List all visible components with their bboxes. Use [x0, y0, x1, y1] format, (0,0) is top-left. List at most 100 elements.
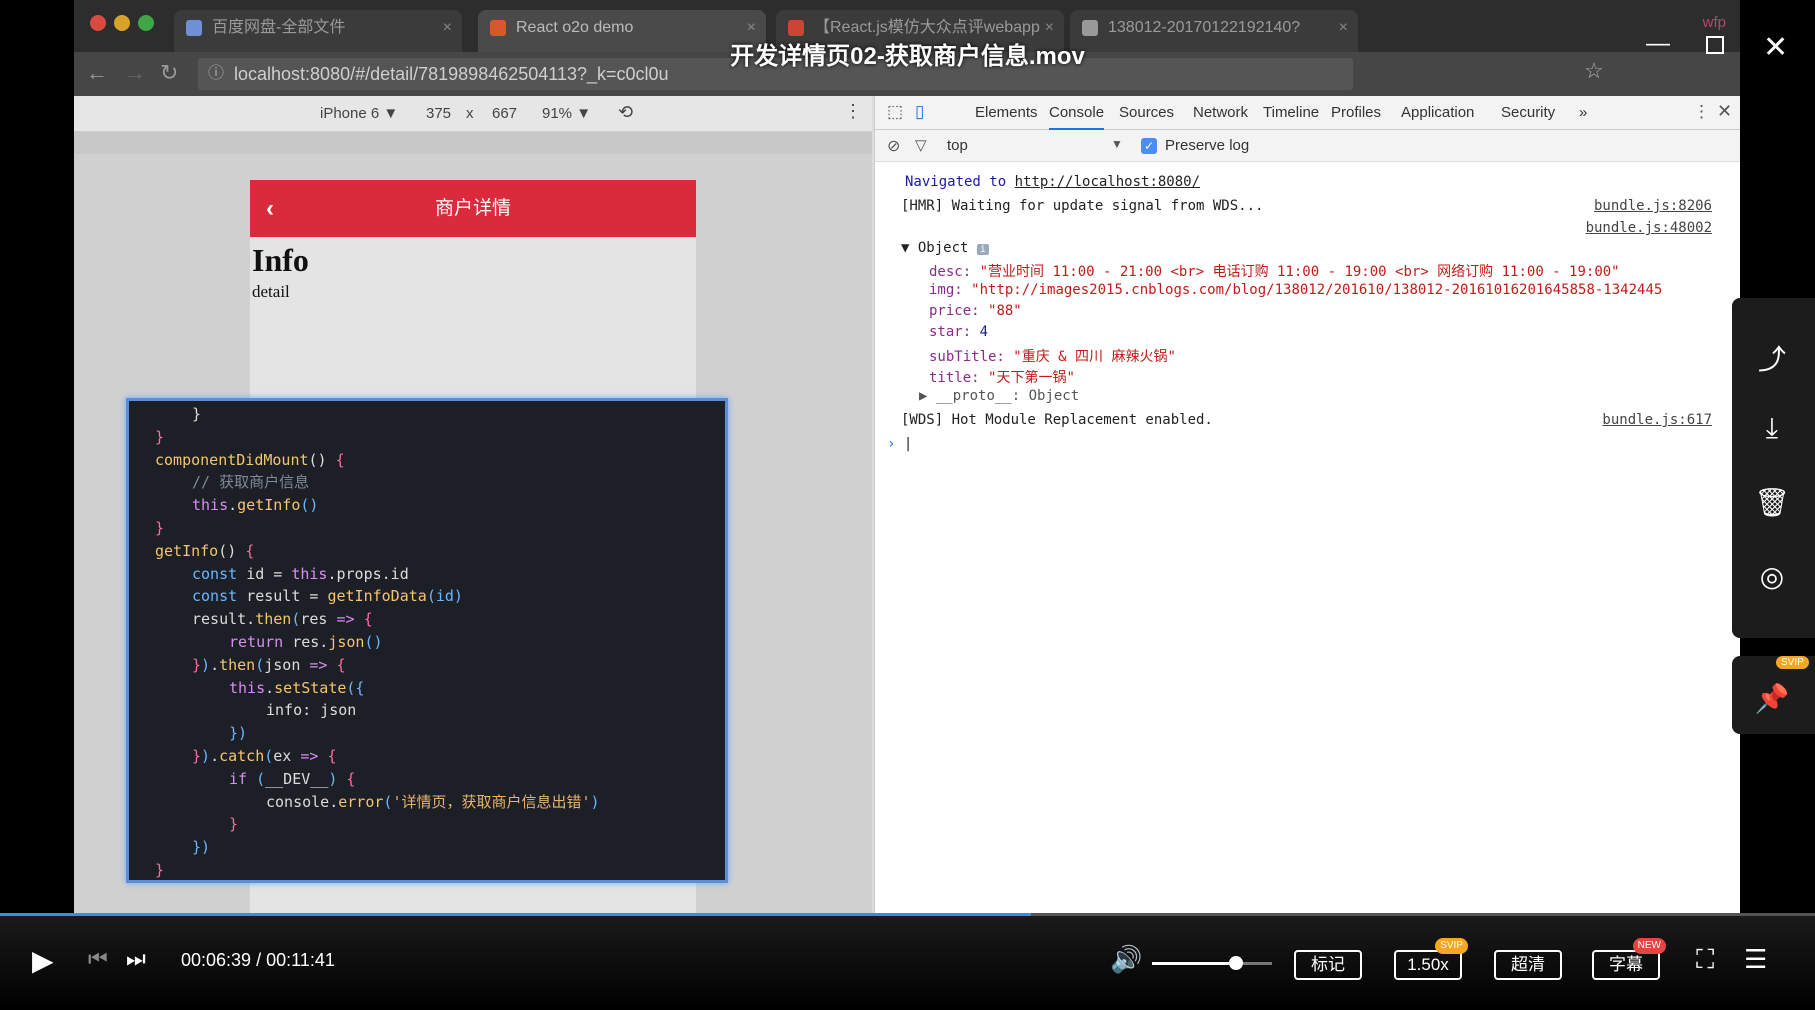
- code-token: .: [210, 655, 220, 674]
- devtools-tab[interactable]: Timeline: [1263, 96, 1319, 130]
- console-source-link[interactable]: bundle.js:48002: [1586, 220, 1712, 236]
- devtools-tab[interactable]: Elements: [975, 96, 1038, 130]
- code-line: }: [129, 859, 725, 880]
- code-token: =>: [300, 746, 328, 765]
- volume-slider[interactable]: [1152, 956, 1272, 970]
- dimension-separator: x: [466, 105, 474, 122]
- console-hmr-line: [HMR] Waiting for update signal from WDS…: [901, 198, 1264, 214]
- object-label: Object: [917, 240, 969, 256]
- device-width[interactable]: 375: [426, 105, 451, 122]
- code-token: }: [192, 405, 202, 423]
- close-window-dot[interactable]: [90, 15, 106, 31]
- quality-button[interactable]: 超清: [1494, 950, 1562, 980]
- code-token: {: [336, 655, 346, 674]
- console-source-link[interactable]: bundle.js:8206: [1594, 198, 1712, 214]
- code-line: this.getInfo(): [129, 494, 725, 517]
- code-token: ): [590, 792, 600, 811]
- speed-badge: SVIP: [1435, 938, 1468, 954]
- minimize-window-dot[interactable]: [114, 15, 130, 31]
- console-prompt[interactable]: › |: [887, 436, 912, 452]
- volume-knob[interactable]: [1229, 956, 1243, 970]
- code-token: componentDidMount: [155, 450, 309, 469]
- proto-label: __proto__: Object: [935, 388, 1080, 404]
- profile-name[interactable]: wfp: [1703, 14, 1726, 31]
- devtools-menu-icon[interactable]: ⋮: [1693, 102, 1710, 122]
- minimize-player-icon[interactable]: —: [1646, 30, 1670, 58]
- device-toolbar: iPhone 6 ▼ 375 x 667 91% ▼ ⟲ ⋮: [74, 96, 872, 132]
- devtools-tab[interactable]: Console: [1049, 96, 1105, 130]
- code-token: .: [265, 678, 275, 697]
- code-line: }: [129, 403, 725, 426]
- devtools-tab[interactable]: Security: [1501, 96, 1555, 130]
- devtools-tab[interactable]: Network: [1193, 96, 1248, 130]
- devtools-tab-bar: ⬚ ▯ Elements Console Sources Network Timelin…: [875, 96, 1740, 130]
- devtools-tab[interactable]: Profiles: [1331, 96, 1381, 130]
- fullscreen-icon[interactable]: ⛶: [1696, 944, 1714, 976]
- share-icon[interactable]: ⤴: [1754, 338, 1790, 375]
- collapsed-arrow-icon[interactable]: ▶: [919, 388, 927, 404]
- code-token: then: [219, 655, 256, 674]
- code-token: (): [364, 632, 383, 651]
- time-separator: /: [256, 950, 262, 970]
- code-token: const: [192, 564, 247, 583]
- back-arrow-icon[interactable]: ‹: [266, 180, 274, 237]
- prop-price: price: "88": [929, 303, 1022, 319]
- code-token: json: [264, 655, 310, 674]
- code-token: res.: [292, 632, 329, 651]
- prop-proto[interactable]: ▶ __proto__: Object: [919, 388, 1079, 404]
- navigated-label: Navigated to: [905, 174, 1007, 190]
- devtools-tab[interactable]: »: [1579, 96, 1587, 130]
- code-line: }): [129, 836, 725, 859]
- object-info-icon[interactable]: i: [976, 244, 989, 255]
- device-ruler: [74, 132, 872, 154]
- preserve-log-checkbox[interactable]: ✓: [1141, 138, 1157, 154]
- playlist-icon[interactable]: ☰: [1744, 944, 1767, 975]
- more-options-icon[interactable]: ⋮: [844, 101, 862, 122]
- inspect-icon[interactable]: ⬚: [887, 102, 903, 122]
- devtools-tab[interactable]: Application: [1401, 96, 1474, 130]
- play-icon[interactable]: ▶: [32, 944, 54, 977]
- code-token: ): [201, 746, 211, 765]
- pin-icon[interactable]: 📌: [1754, 682, 1790, 718]
- close-player-icon[interactable]: ✕: [1763, 30, 1788, 65]
- volume-icon[interactable]: 🔊: [1110, 944, 1142, 975]
- clear-console-icon[interactable]: ⊘: [887, 136, 900, 156]
- code-token: result =: [246, 587, 328, 606]
- code-token: }: [192, 655, 202, 674]
- zoom-select[interactable]: 91% ▼: [542, 105, 591, 122]
- next-icon[interactable]: ⏭: [126, 946, 146, 972]
- code-token: (: [256, 769, 266, 788]
- tab-label: 138012-20170122192140?: [1108, 19, 1301, 36]
- context-dropdown-icon[interactable]: ▼: [1111, 137, 1123, 151]
- prop-title: title: "天下第一锅": [929, 367, 1075, 387]
- filter-icon[interactable]: ▽: [915, 136, 927, 154]
- speed-button[interactable]: 1.50x SVIP: [1394, 938, 1468, 980]
- delete-icon[interactable]: 🗑: [1754, 486, 1790, 522]
- rotate-icon[interactable]: ⟲: [618, 102, 633, 123]
- record-icon[interactable]: ◎: [1754, 560, 1790, 596]
- maximize-window-dot[interactable]: [138, 15, 154, 31]
- download-icon[interactable]: ⤓: [1754, 412, 1790, 448]
- device-select[interactable]: iPhone 6 ▼: [320, 105, 398, 122]
- code-line: this.setState({: [129, 677, 725, 700]
- devtools-tab[interactable]: Sources: [1119, 96, 1174, 130]
- prop-value: "营业时间 11:00 - 21:00 <br> 电话订购 11:00 - 19…: [979, 264, 1620, 280]
- device-height[interactable]: 667: [492, 105, 517, 122]
- code-token: result.: [192, 610, 256, 629]
- expand-arrow-icon[interactable]: ▼: [901, 240, 909, 256]
- devtools-close-icon[interactable]: ✕: [1717, 101, 1732, 122]
- device-mode-icon[interactable]: ▯: [915, 102, 924, 122]
- volume-fill: [1152, 962, 1236, 965]
- previous-icon[interactable]: ⏮: [88, 946, 108, 972]
- code-token: getInfo: [237, 496, 301, 515]
- console-object-line[interactable]: ▼ Object i: [901, 240, 989, 256]
- mark-button[interactable]: 标记: [1294, 950, 1362, 980]
- context-select[interactable]: top: [947, 137, 968, 154]
- prop-value: "http://images2015.cnblogs.com/blog/1380…: [971, 282, 1663, 298]
- console-source-link[interactable]: bundle.js:617: [1602, 412, 1712, 428]
- subtitle-button[interactable]: 字幕 NEW: [1592, 938, 1666, 980]
- code-token: info: json: [266, 701, 357, 720]
- navigated-url[interactable]: http://localhost:8080/: [1015, 174, 1200, 190]
- maximize-player-icon[interactable]: [1706, 36, 1724, 54]
- code-token: =>: [336, 610, 364, 629]
